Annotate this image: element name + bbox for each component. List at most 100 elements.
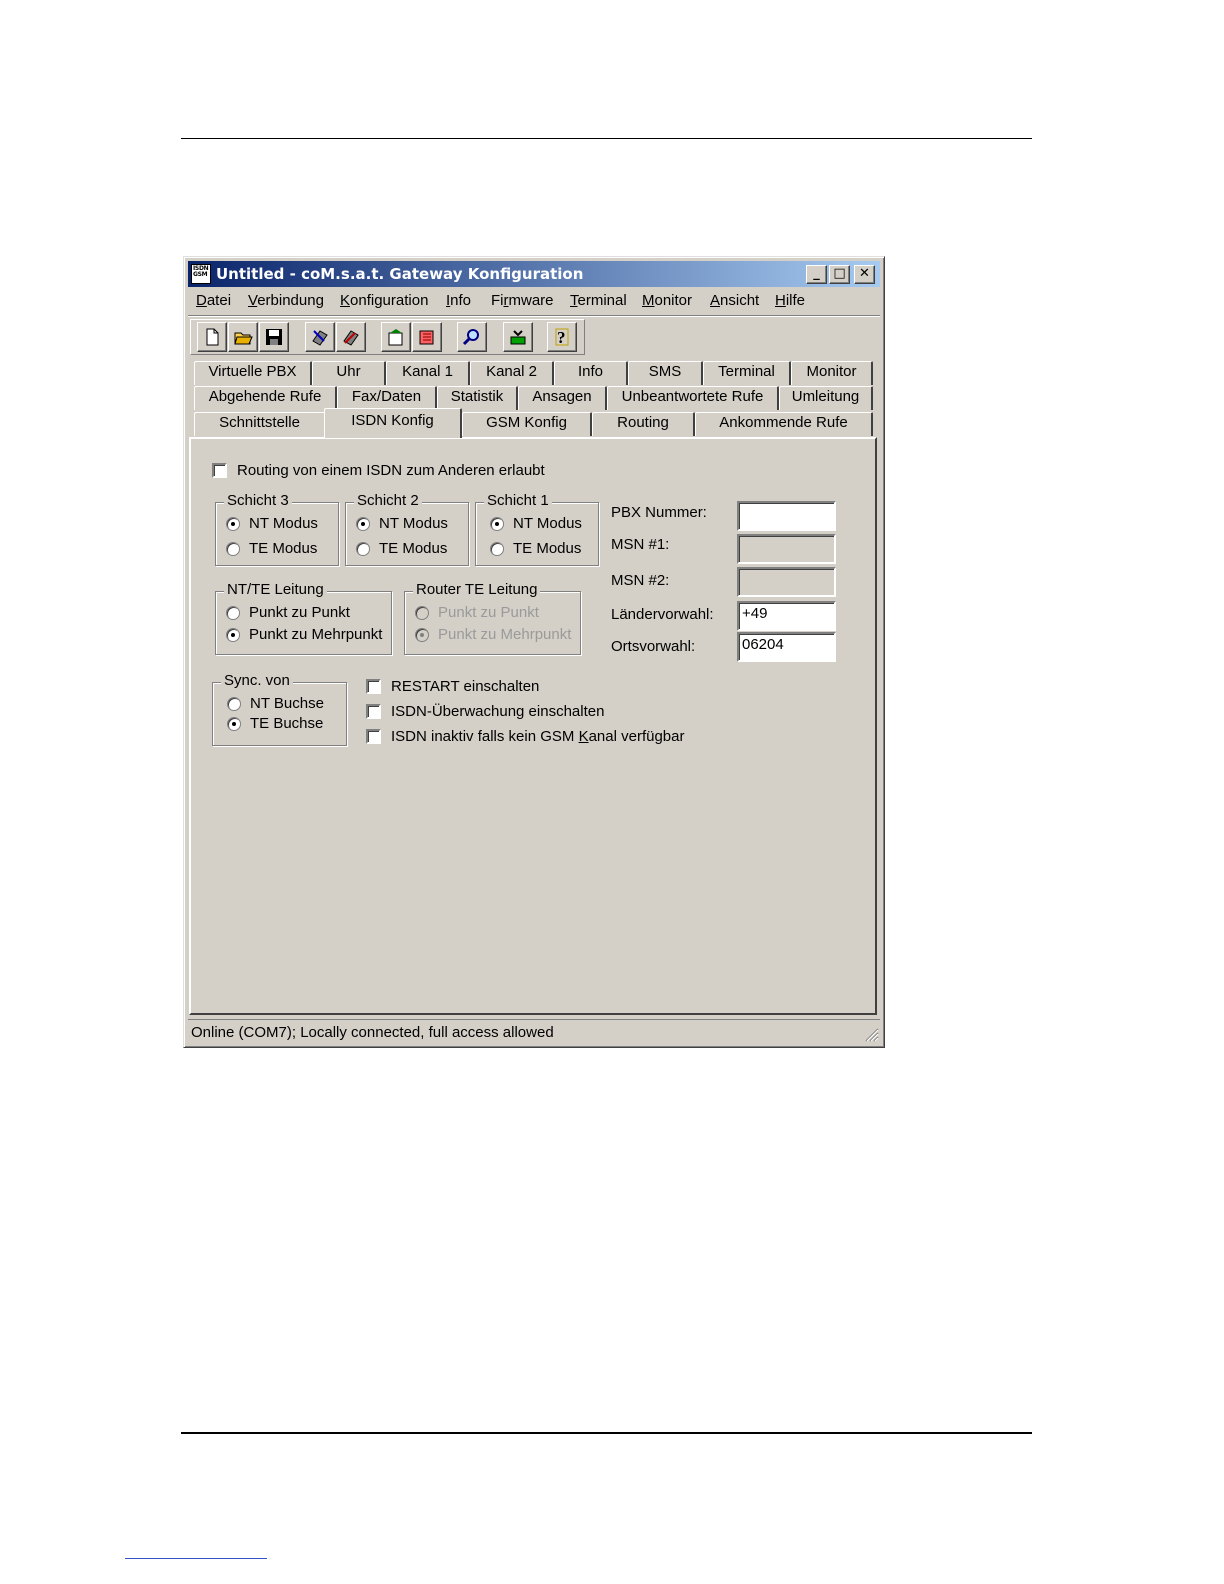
sync-von-title: Sync. von bbox=[221, 672, 293, 689]
tab-unbeantwortete-rufe[interactable]: Unbeantwortete Rufe bbox=[607, 386, 779, 410]
msn-1-field bbox=[737, 534, 836, 564]
menu-datei[interactable]: Datei bbox=[196, 292, 231, 309]
te-buchse-radio[interactable] bbox=[227, 717, 241, 731]
tab-sms[interactable]: SMS bbox=[628, 361, 703, 385]
write-config-icon[interactable] bbox=[336, 322, 366, 352]
schicht-1-nt-radio[interactable] bbox=[490, 517, 504, 531]
msn-1-label: MSN #1: bbox=[611, 536, 670, 553]
tab-gsm-konfig[interactable]: GSM Konfig bbox=[462, 412, 592, 436]
schicht-2-te-label: TE Modus bbox=[379, 540, 448, 557]
footer-link-underline bbox=[125, 1558, 267, 1559]
nt-buchse-radio[interactable] bbox=[227, 697, 241, 711]
schicht-3-te-label: TE Modus bbox=[249, 540, 318, 557]
app-isdn-gsm-icon: ISDN GSM bbox=[191, 264, 211, 284]
tab-schnittstelle[interactable]: Schnittstelle bbox=[194, 412, 326, 436]
router-punkt-zu-punkt-radio bbox=[415, 606, 429, 620]
search-icon[interactable] bbox=[457, 322, 487, 352]
tab-ansagen[interactable]: Ansagen bbox=[518, 386, 607, 410]
nt-buchse-label: NT Buchse bbox=[250, 695, 324, 712]
tab-statistik[interactable]: Statistik bbox=[437, 386, 518, 410]
isdn-ueberwachung-checkbox[interactable] bbox=[366, 704, 381, 719]
schicht-3-te-radio[interactable] bbox=[226, 542, 240, 556]
menu-hilfe[interactable]: Hilfe bbox=[775, 292, 805, 309]
router-te-leitung-group: Router TE Leitung Punkt zu Punkt Punkt z… bbox=[404, 581, 581, 655]
maximize-button[interactable]: □ bbox=[829, 265, 850, 284]
isdn-inaktiv-label: ISDN inaktiv falls kein GSM Kanal verfüg… bbox=[391, 728, 685, 745]
svg-text:?: ? bbox=[557, 328, 566, 347]
msn-2-label: MSN #2: bbox=[611, 572, 670, 589]
tab-isdn-konfig[interactable]: ISDN Konfig bbox=[324, 408, 462, 438]
msn-2-input bbox=[742, 571, 831, 588]
laendervorwahl-input[interactable] bbox=[742, 605, 831, 622]
toolbar: ? bbox=[190, 319, 585, 355]
tab-kanal-1[interactable]: Kanal 1 bbox=[386, 361, 470, 385]
nt-te-leitung-group: NT/TE Leitung Punkt zu Punkt Punkt zu Me… bbox=[215, 581, 392, 655]
pbx-nummer-input[interactable] bbox=[742, 505, 831, 522]
ortsvorwahl-field[interactable] bbox=[737, 632, 836, 662]
ortsvorwahl-label: Ortsvorwahl: bbox=[611, 638, 696, 655]
ortsvorwahl-input[interactable] bbox=[742, 636, 831, 653]
sync-von-group: Sync. von NT Buchse TE Buchse bbox=[212, 672, 347, 746]
close-button[interactable]: ✕ bbox=[854, 265, 875, 284]
routing-isdn-label: Routing von einem ISDN zum Anderen erlau… bbox=[237, 462, 545, 479]
router-punkt-zu-mehrpunkt-radio bbox=[415, 628, 429, 642]
schicht-3-nt-label: NT Modus bbox=[249, 515, 318, 532]
schicht-1-te-radio[interactable] bbox=[490, 542, 504, 556]
te-buchse-label: TE Buchse bbox=[250, 715, 324, 732]
upload-icon[interactable] bbox=[381, 322, 411, 352]
punkt-zu-mehrpunkt-label: Punkt zu Mehrpunkt bbox=[249, 626, 383, 643]
punkt-zu-mehrpunkt-radio[interactable] bbox=[226, 628, 240, 642]
tab-routing[interactable]: Routing bbox=[592, 412, 695, 436]
title-bar[interactable]: ISDN GSM Untitled - coM.s.a.t. Gateway K… bbox=[188, 261, 880, 287]
tab-monitor[interactable]: Monitor bbox=[791, 361, 873, 385]
schicht-2-te-radio[interactable] bbox=[356, 542, 370, 556]
schicht-2-nt-label: NT Modus bbox=[379, 515, 448, 532]
tab-abgehende-rufe[interactable]: Abgehende Rufe bbox=[194, 386, 337, 410]
tab-ankommende-rufe[interactable]: Ankommende Rufe bbox=[695, 412, 873, 436]
tab-fax-daten[interactable]: Fax/Daten bbox=[337, 386, 437, 410]
nt-te-leitung-title: NT/TE Leitung bbox=[224, 581, 327, 598]
page-header-rule bbox=[181, 138, 1032, 139]
laendervorwahl-field[interactable] bbox=[737, 601, 836, 631]
tab-kanal-2[interactable]: Kanal 2 bbox=[470, 361, 554, 385]
menu-firmware[interactable]: Firmware bbox=[491, 292, 554, 309]
firmware-icon[interactable] bbox=[503, 322, 533, 352]
tab-uhr[interactable]: Uhr bbox=[312, 361, 386, 385]
schicht-1-nt-label: NT Modus bbox=[513, 515, 582, 532]
status-bar: Online (COM7); Locally connected, full a… bbox=[188, 1019, 880, 1043]
resize-grip-icon[interactable] bbox=[863, 1026, 879, 1042]
open-folder-icon[interactable] bbox=[228, 322, 258, 352]
tab-terminal[interactable]: Terminal bbox=[703, 361, 791, 385]
isdn-inaktiv-checkbox[interactable] bbox=[366, 729, 381, 744]
pbx-nummer-field[interactable] bbox=[737, 501, 836, 531]
routing-isdn-checkbox[interactable] bbox=[212, 463, 227, 478]
menu-verbindung[interactable]: Verbindung bbox=[248, 292, 324, 309]
restart-checkbox[interactable] bbox=[366, 679, 381, 694]
schicht-3-nt-radio[interactable] bbox=[226, 517, 240, 531]
minimize-button[interactable]: _ bbox=[806, 265, 827, 284]
menu-info[interactable]: Info bbox=[446, 292, 471, 309]
tab-umleitung[interactable]: Umleitung bbox=[779, 386, 873, 410]
save-icon[interactable] bbox=[259, 322, 289, 352]
status-text: Online (COM7); Locally connected, full a… bbox=[191, 1024, 554, 1041]
menu-ansicht[interactable]: Ansicht bbox=[710, 292, 759, 309]
restart-label: RESTART einschalten bbox=[391, 678, 540, 695]
app-window: ISDN GSM Untitled - coM.s.a.t. Gateway K… bbox=[183, 256, 885, 1048]
menu-terminal[interactable]: Terminal bbox=[570, 292, 627, 309]
help-icon[interactable]: ? bbox=[547, 322, 577, 352]
punkt-zu-punkt-radio[interactable] bbox=[226, 606, 240, 620]
schicht-1-te-label: TE Modus bbox=[513, 540, 582, 557]
download-icon[interactable] bbox=[412, 322, 442, 352]
tab-info[interactable]: Info bbox=[554, 361, 628, 385]
new-file-icon[interactable] bbox=[197, 322, 227, 352]
window-title: Untitled - coM.s.a.t. Gateway Konfigurat… bbox=[216, 265, 584, 283]
tab-virtuelle-pbx[interactable]: Virtuelle PBX bbox=[194, 361, 312, 385]
isdn-ueberwachung-label: ISDN-Überwachung einschalten bbox=[391, 703, 605, 720]
menu-monitor[interactable]: Monitor bbox=[642, 292, 692, 309]
read-config-icon[interactable] bbox=[305, 322, 335, 352]
schicht-2-nt-radio[interactable] bbox=[356, 517, 370, 531]
msn-2-field bbox=[737, 567, 836, 597]
schicht-2-title: Schicht 2 bbox=[354, 492, 422, 509]
menu-konfiguration[interactable]: Konfiguration bbox=[340, 292, 428, 309]
menu-bar: Datei Verbindung Konfiguration Info Firm… bbox=[188, 289, 880, 313]
